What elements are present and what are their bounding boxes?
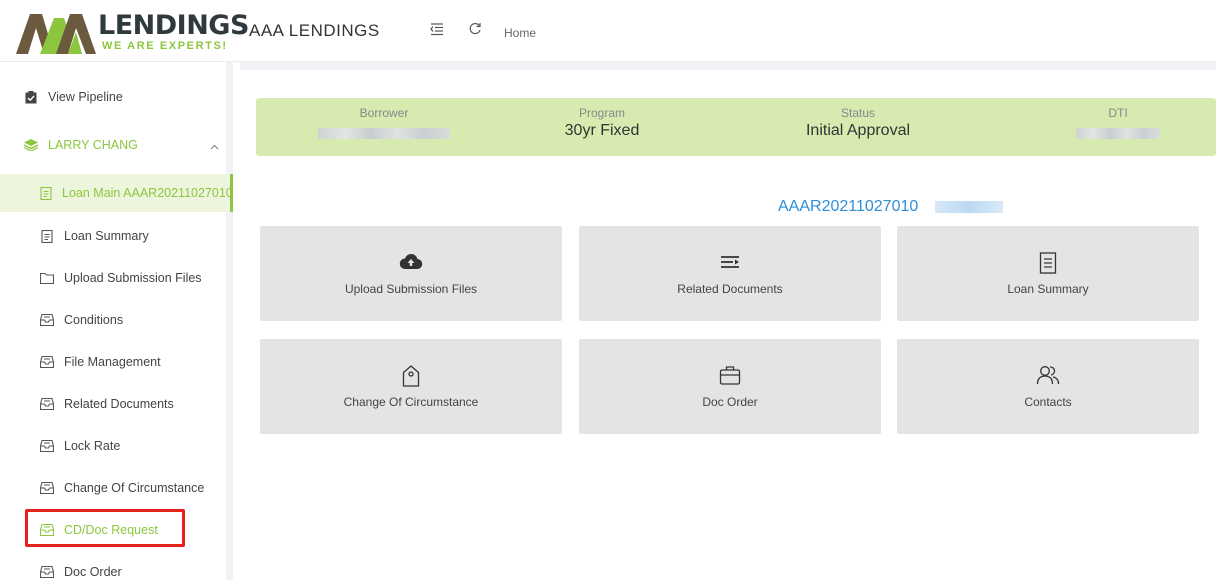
tile-label: Upload Submission Files xyxy=(344,282,478,296)
contacts-icon xyxy=(897,365,1199,387)
sidebar-group-borrower[interactable]: LARRY CHANG xyxy=(0,126,233,164)
sidebar-item-change-of-circumstance[interactable]: Change Of Circumstance xyxy=(0,469,233,507)
sidebar-item-related-documents[interactable]: Related Documents xyxy=(0,385,233,423)
summary-program: Program 30yr Fixed xyxy=(542,106,662,140)
sidebar-item-conditions[interactable]: Conditions xyxy=(0,301,233,339)
main-content: Borrower Program 30yr Fixed Status Initi… xyxy=(240,62,1216,580)
tray-icon xyxy=(40,397,54,411)
document-icon xyxy=(40,186,52,200)
main-panel: Borrower Program 30yr Fixed Status Initi… xyxy=(240,70,1216,580)
layers-icon xyxy=(24,138,38,152)
summary-label: DTI xyxy=(1108,106,1128,120)
summary-status: Status Initial Approval xyxy=(788,106,928,140)
loan-number-link[interactable]: AAAR20211027010 xyxy=(778,198,918,216)
tile-related-documents[interactable]: Related Documents xyxy=(579,226,881,321)
redacted-value xyxy=(318,128,450,139)
tag-icon xyxy=(260,365,562,387)
cloud-upload-icon xyxy=(260,252,562,274)
sidebar-item-label: Doc Order xyxy=(64,565,122,579)
loan-summary-bar: Borrower Program 30yr Fixed Status Initi… xyxy=(256,98,1216,156)
sidebar: View Pipeline LARRY CHANG Loan Main AAAR… xyxy=(0,62,233,580)
redacted-value xyxy=(935,201,1003,213)
sidebar-item-label: Loan Summary xyxy=(64,229,149,243)
logo-mark-icon xyxy=(16,14,96,54)
tile-doc-order[interactable]: Doc Order xyxy=(579,339,881,434)
sidebar-item-cd-doc-request[interactable]: CD/Doc Request xyxy=(0,511,233,549)
summary-label: Status xyxy=(840,106,876,120)
tile-contacts[interactable]: Contacts xyxy=(897,339,1199,434)
sidebar-item-upload-submission-files[interactable]: Upload Submission Files xyxy=(0,259,233,297)
redacted-value xyxy=(1076,128,1160,139)
sidebar-item-doc-order[interactable]: Doc Order xyxy=(0,553,233,580)
summary-value: 30yr Fixed xyxy=(564,122,640,139)
indent-icon[interactable] xyxy=(429,22,445,38)
sidebar-item-label: CD/Doc Request xyxy=(64,523,158,537)
summary-value: Initial Approval xyxy=(805,122,911,139)
sidebar-group-label: LARRY CHANG xyxy=(48,138,138,152)
tile-label: Loan Summary xyxy=(1007,282,1089,296)
sidebar-item-file-management[interactable]: File Management xyxy=(0,343,233,381)
sidebar-item-loan-main[interactable]: Loan Main AAAR20211027010 xyxy=(0,174,233,212)
summary-dti: DTI xyxy=(1068,106,1168,144)
document-icon xyxy=(40,229,54,243)
tile-change-of-circumstance[interactable]: Change Of Circumstance xyxy=(260,339,562,434)
folder-icon xyxy=(40,271,54,285)
tray-icon xyxy=(40,355,54,369)
top-header: LENDINGS WE ARE EXPERTS! AAA LENDINGS Ho… xyxy=(0,0,1216,62)
sidebar-item-label: Related Documents xyxy=(64,397,174,411)
chevron-up-icon xyxy=(210,139,219,153)
tile-label: Contacts xyxy=(1024,395,1072,409)
logo: LENDINGS WE ARE EXPERTS! xyxy=(16,6,249,54)
home-tab[interactable]: Home xyxy=(504,26,536,40)
logo-tagline: WE ARE EXPERTS! xyxy=(102,40,228,52)
sidebar-item-label: Upload Submission Files xyxy=(64,271,202,285)
sidebar-item-label: Lock Rate xyxy=(64,439,121,453)
tray-icon xyxy=(40,313,54,327)
tile-upload-submission-files[interactable]: Upload Submission Files xyxy=(260,226,562,321)
sidebar-item-view-pipeline[interactable]: View Pipeline xyxy=(0,78,233,116)
tray-icon xyxy=(40,439,54,453)
list-icon xyxy=(579,252,881,274)
sidebar-item-label: Conditions xyxy=(64,313,124,327)
sidebar-item-loan-summary[interactable]: Loan Summary xyxy=(0,217,233,255)
tray-icon xyxy=(40,481,54,495)
sidebar-item-lock-rate[interactable]: Lock Rate xyxy=(0,427,233,465)
summary-label: Program xyxy=(578,106,625,120)
tile-label: Change Of Circumstance xyxy=(343,395,479,409)
tile-label: Doc Order xyxy=(702,395,758,409)
logo-wordmark: LENDINGS xyxy=(98,10,249,41)
sidebar-item-label: View Pipeline xyxy=(48,90,123,104)
app-title: AAA LENDINGS xyxy=(249,21,380,40)
sidebar-item-label: Change Of Circumstance xyxy=(64,481,205,495)
summary-borrower: Borrower xyxy=(304,106,464,144)
sidebar-item-label: File Management xyxy=(64,355,161,369)
document-icon xyxy=(897,252,1199,274)
refresh-icon[interactable] xyxy=(467,22,483,38)
summary-label: Borrower xyxy=(359,106,409,120)
clipboard-check-icon xyxy=(24,90,38,104)
tray-icon xyxy=(40,565,54,579)
tray-icon xyxy=(40,523,54,537)
sidebar-item-label: Loan Main AAAR20211027010 xyxy=(62,186,233,200)
tile-loan-summary[interactable]: Loan Summary xyxy=(897,226,1199,321)
tile-label: Related Documents xyxy=(677,282,783,296)
briefcase-icon xyxy=(579,365,881,387)
